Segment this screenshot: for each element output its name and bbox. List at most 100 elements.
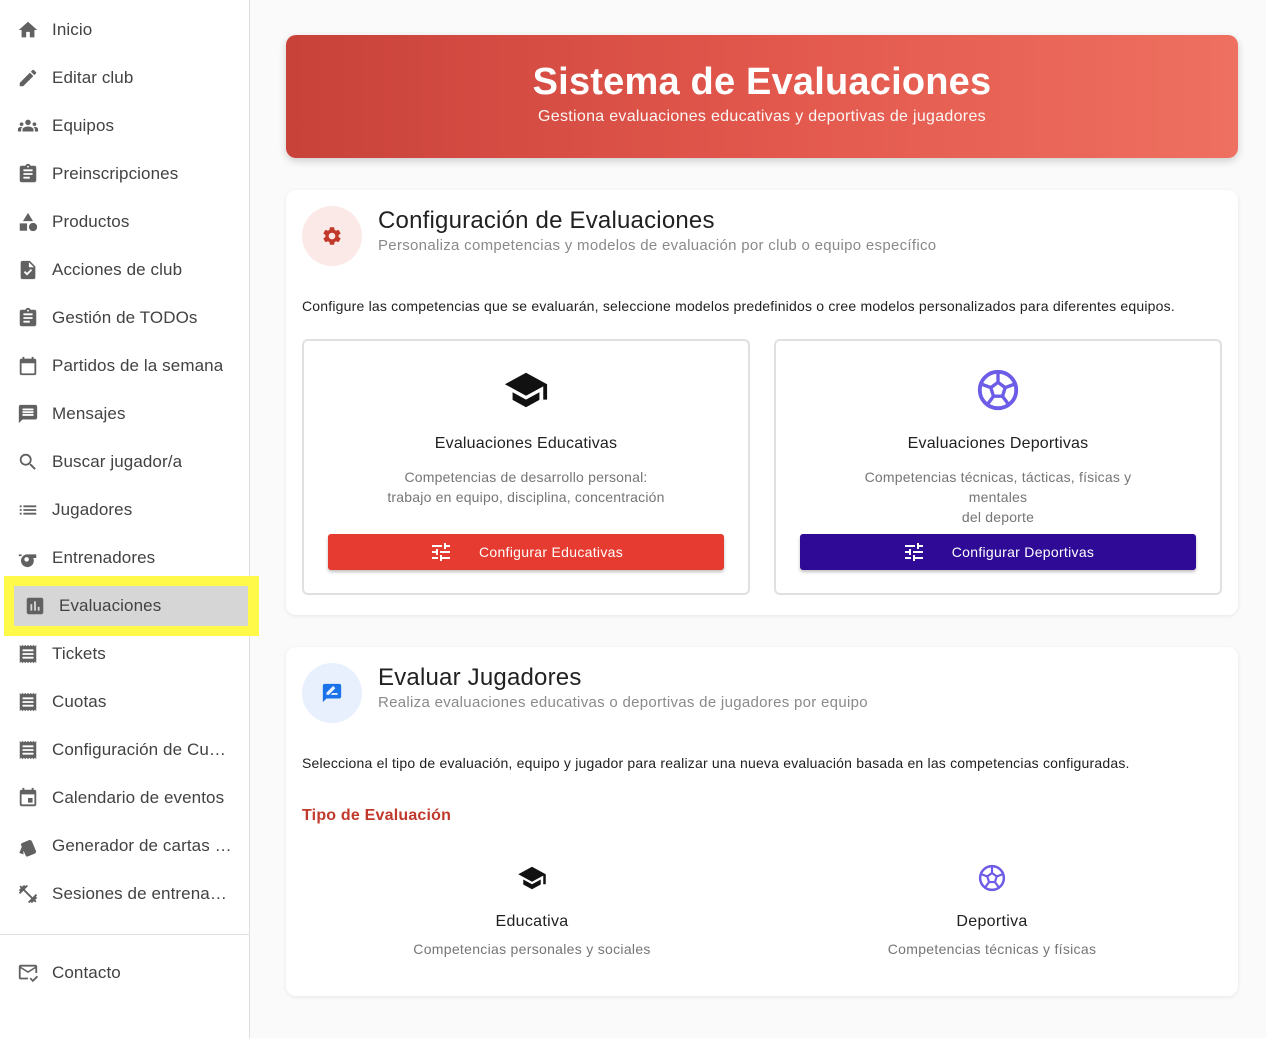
page-title: Sistema de Evaluaciones (532, 61, 992, 103)
whistle-icon (17, 547, 39, 569)
soccer-ball-icon (978, 864, 1006, 892)
sidebar-nav: Inicio Editar club Equipos Preinscripcio… (0, 0, 259, 918)
page-subtitle: Gestiona evaluaciones educativas y depor… (538, 108, 986, 125)
tipo-educativa-option[interactable]: Educativa Competencias personales y soci… (302, 863, 762, 957)
gear-icon (302, 206, 362, 266)
tipo-evaluacion-options: Educativa Competencias personales y soci… (302, 863, 1222, 957)
sidebar-item-label: Acciones de club (52, 260, 183, 279)
sidebar-item-buscar-jugador[interactable]: Buscar jugador/a (0, 438, 249, 486)
sidebar-item-equipos[interactable]: Equipos (0, 102, 249, 150)
deportivas-description: Competencias técnicas, tácticas, físicas… (838, 467, 1158, 527)
sidebar-item-productos[interactable]: Productos (0, 198, 249, 246)
configurar-educativas-label: Configurar Educativas (478, 544, 624, 560)
sidebar-item-calendario-eventos[interactable]: Calendario de eventos (0, 774, 249, 822)
sidebar-item-preinscripciones[interactable]: Preinscripciones (0, 150, 249, 198)
tipo-evaluacion-label: Tipo de Evaluación (302, 807, 452, 824)
sidebar-item-tickets[interactable]: Tickets (0, 630, 249, 678)
evaluar-card-heading: Evaluar Jugadores Realiza evaluaciones e… (378, 663, 868, 711)
tune-icon (904, 543, 923, 561)
sidebar-item-cuotas[interactable]: Cuotas (0, 678, 249, 726)
evaluar-card-title: Evaluar Jugadores (378, 664, 582, 691)
sidebar-item-label: Contacto (52, 963, 121, 982)
sidebar-item-generador-cartas[interactable]: Generador de cartas de jugadores (0, 822, 249, 870)
educativas-box: Evaluaciones Educativas Competencias de … (302, 339, 750, 595)
sidebar-item-label: Calendario de eventos (52, 788, 225, 807)
tipo-deportiva-title: Deportiva (956, 913, 1028, 930)
deportivas-box: Evaluaciones Deportivas Competencias téc… (774, 339, 1222, 595)
sidebar-item-entrenadores[interactable]: Entrenadores (0, 534, 249, 582)
sidebar-item-label: Mensajes (52, 404, 126, 423)
sidebar-item-label: Equipos (52, 116, 115, 135)
groups-icon (17, 115, 39, 137)
sidebar-item-label: Productos (52, 212, 130, 231)
evaluar-card-header: Evaluar Jugadores Realiza evaluaciones e… (302, 663, 1222, 723)
config-card-description: Configure las competencias que se evalua… (302, 298, 1175, 314)
sidebar-item-label: Cuotas (52, 692, 107, 711)
sidebar-item-label: Evaluaciones (59, 596, 162, 615)
deportivas-desc-line2: del deporte (961, 509, 1035, 525)
mail-check-icon (17, 962, 39, 984)
sidebar-item-jugadores[interactable]: Jugadores (0, 486, 249, 534)
sidebar-item-label: Configuración de Cuotas (52, 740, 232, 759)
deportivas-desc-line1: Competencias técnicas, tácticas, físicas… (864, 469, 1132, 505)
sidebar-item-acciones-de-club[interactable]: Acciones de club (0, 246, 249, 294)
configurar-educativas-button[interactable]: Configurar Educativas (328, 534, 724, 570)
sidebar-item-mensajes[interactable]: Mensajes (0, 390, 249, 438)
tune-icon (431, 543, 450, 561)
home-icon (17, 19, 39, 41)
list-icon (17, 499, 39, 521)
bar-chart-icon (24, 595, 46, 617)
shapes-icon (17, 211, 39, 233)
config-card-title: Configuración de Evaluaciones (378, 207, 715, 234)
sidebar-item-label: Tickets (52, 644, 106, 663)
config-card-heading: Configuración de Evaluaciones Personaliz… (378, 206, 936, 254)
sidebar-item-partidos-semana[interactable]: Partidos de la semana (0, 342, 249, 390)
receipt-icon (17, 643, 39, 665)
evaluar-card-description: Selecciona el tipo de evaluación, equipo… (302, 755, 1130, 771)
educativas-desc-line1: Competencias de desarrollo personal: (404, 469, 648, 485)
evaluar-card-subtitle: Realiza evaluaciones educativas o deport… (378, 694, 868, 711)
sidebar-item-label: Buscar jugador/a (52, 452, 183, 471)
config-card-subtitle: Personaliza competencias y modelos de ev… (378, 237, 937, 254)
tipo-educativa-title: Educativa (495, 913, 569, 930)
dumbbell-icon (17, 883, 39, 905)
sidebar-item-label: Sesiones de entrenamiento (52, 884, 232, 903)
event-icon (17, 787, 39, 809)
tipo-deportiva-option[interactable]: Deportiva Competencias técnicas y física… (762, 863, 1222, 957)
clipboard-icon (17, 163, 39, 185)
sidebar-item-inicio[interactable]: Inicio (0, 6, 249, 54)
sidebar-item-label: Preinscripciones (52, 164, 179, 183)
rate-review-icon (302, 663, 362, 723)
sidebar-item-contacto[interactable]: Contacto (0, 949, 249, 997)
sidebar-item-gestion-todos[interactable]: Gestión de TODOs (0, 294, 249, 342)
sidebar-item-evaluaciones-active[interactable]: Evaluaciones (14, 586, 248, 626)
sidebar-item-sesiones-entrenamiento[interactable]: Sesiones de entrenamiento (0, 870, 249, 918)
educativas-desc-line2: trabajo en equipo, disciplina, concentra… (387, 489, 665, 505)
graduation-cap-icon (503, 367, 549, 413)
sidebar: Inicio Editar club Equipos Preinscripcio… (0, 0, 259, 1038)
main-content: Sistema de Evaluaciones Gestiona evaluac… (286, 35, 1238, 996)
search-icon (17, 451, 39, 473)
config-card: Configuración de Evaluaciones Personaliz… (286, 190, 1238, 615)
file-check-icon (17, 259, 39, 281)
configurar-deportivas-label: Configurar Deportivas (951, 544, 1095, 560)
deportivas-title: Evaluaciones Deportivas (907, 435, 1089, 452)
soccer-ball-icon (975, 367, 1021, 413)
pencil-icon (17, 67, 39, 89)
hero-banner: Sistema de Evaluaciones Gestiona evaluac… (286, 35, 1238, 158)
sidebar-item-label: Partidos de la semana (52, 356, 224, 375)
cards-icon (17, 835, 39, 857)
configurar-deportivas-button[interactable]: Configurar Deportivas (800, 534, 1196, 570)
sidebar-item-label: Generador de cartas de jugadores (52, 836, 232, 855)
config-card-header: Configuración de Evaluaciones Personaliz… (302, 206, 1222, 266)
sidebar-item-evaluaciones[interactable]: Evaluaciones (4, 576, 259, 636)
sidebar-item-label: Entrenadores (52, 548, 156, 567)
config-options: Evaluaciones Educativas Competencias de … (302, 339, 1222, 595)
sidebar-item-label: Inicio (52, 20, 93, 39)
sidebar-item-label: Gestión de TODOs (52, 308, 198, 327)
sidebar-item-label: Editar club (52, 68, 134, 87)
sidebar-item-editar-club[interactable]: Editar club (0, 54, 249, 102)
graduation-cap-icon (518, 866, 546, 890)
sidebar-item-configuracion-cuotas[interactable]: Configuración de Cuotas (0, 726, 249, 774)
educativas-description: Competencias de desarrollo personal: tra… (366, 467, 686, 507)
